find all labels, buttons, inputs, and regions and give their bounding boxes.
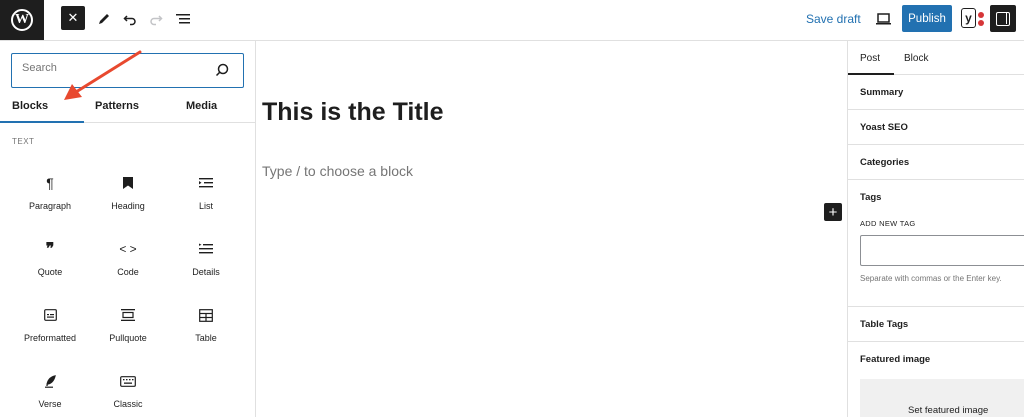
block-label: Code xyxy=(117,267,139,277)
block-label: Preformatted xyxy=(23,333,77,343)
inserter-tabs: Blocks Patterns Media xyxy=(0,94,256,123)
block-list[interactable]: List xyxy=(168,173,244,211)
table-icon xyxy=(168,305,244,325)
set-featured-image-label: Set featured image xyxy=(908,405,989,416)
redo-icon[interactable] xyxy=(144,7,168,31)
post-title[interactable]: This is the Title xyxy=(262,98,444,127)
editor-header: W ✕ Save draft Publish y xyxy=(0,0,1024,41)
close-icon[interactable]: ✕ xyxy=(61,6,85,30)
block-paragraph[interactable]: ¶ Paragraph xyxy=(12,173,88,211)
panel-title[interactable]: Tags xyxy=(860,192,881,203)
settings-sidebar: Post Block Summary Yoast SEO Categories … xyxy=(847,41,1024,417)
panel-title: Yoast SEO xyxy=(860,122,908,133)
block-search[interactable] xyxy=(11,53,244,88)
block-code[interactable]: < > Code xyxy=(90,239,166,277)
block-label: Classic xyxy=(113,399,143,409)
desktop-icon[interactable] xyxy=(871,7,895,31)
quote-icon: ❞ xyxy=(45,241,55,258)
heading-icon xyxy=(90,173,166,193)
tab-media[interactable]: Media xyxy=(186,100,217,112)
tag-input[interactable] xyxy=(860,235,1024,266)
details-icon xyxy=(168,239,244,259)
list-icon xyxy=(168,173,244,193)
search-input[interactable] xyxy=(22,62,202,74)
tab-post[interactable]: Post xyxy=(860,53,880,64)
block-details[interactable]: Details xyxy=(168,239,244,277)
save-draft-button[interactable]: Save draft xyxy=(806,12,861,26)
panel-title: Summary xyxy=(860,87,904,98)
undo-icon[interactable] xyxy=(118,7,142,31)
block-inserter-panel: Blocks Patterns Media TEXT ¶ Paragraph H… xyxy=(0,41,256,417)
publish-button[interactable]: Publish xyxy=(902,5,952,32)
block-preformatted[interactable]: Preformatted xyxy=(12,305,88,343)
active-tab-indicator xyxy=(0,121,84,123)
panel-title: Categories xyxy=(860,157,910,168)
block-label: List xyxy=(198,201,213,211)
block-label: Pullquote xyxy=(109,333,147,343)
sidebar-toggle-icon[interactable] xyxy=(990,5,1016,32)
paragraph-icon: ¶ xyxy=(46,175,54,191)
panel-title[interactable]: Featured image xyxy=(860,354,930,365)
block-label: Table xyxy=(195,333,217,343)
block-classic[interactable]: Classic xyxy=(90,371,166,409)
block-verse[interactable]: Verse xyxy=(12,371,88,409)
panel-categories[interactable]: Categories xyxy=(848,145,1024,180)
panel-title: Table Tags xyxy=(860,319,909,330)
set-featured-image-button[interactable]: Set featured image xyxy=(860,379,1024,417)
pencil-icon[interactable] xyxy=(92,7,116,31)
preformatted-icon xyxy=(12,305,88,325)
tab-blocks[interactable]: Blocks xyxy=(12,100,48,112)
plus-icon[interactable]: + xyxy=(824,203,842,221)
panel-table-tags[interactable]: Table Tags xyxy=(848,307,1024,342)
editor-canvas: This is the Title Type / to choose a blo… xyxy=(257,41,847,417)
sidebar-tabs: Post Block xyxy=(848,41,1024,75)
panel-yoast-seo[interactable]: Yoast SEO xyxy=(848,110,1024,145)
verse-icon xyxy=(12,371,88,391)
add-new-tag-label: ADD NEW TAG xyxy=(860,219,916,228)
section-label: TEXT xyxy=(12,137,35,146)
list-view-icon[interactable] xyxy=(171,7,195,31)
tag-help-text: Separate with commas or the Enter key. xyxy=(860,274,1002,283)
block-label: Paragraph xyxy=(28,201,72,211)
block-label: Verse xyxy=(38,399,62,409)
block-heading[interactable]: Heading xyxy=(90,173,166,211)
block-quote[interactable]: ❞ Quote xyxy=(12,239,88,277)
pullquote-icon xyxy=(90,305,166,325)
block-label: Quote xyxy=(37,267,63,277)
block-pullquote[interactable]: Pullquote xyxy=(90,305,166,343)
keyboard-icon xyxy=(90,371,166,391)
block-label: Heading xyxy=(111,201,145,211)
yoast-icon[interactable]: y xyxy=(961,8,985,30)
block-placeholder[interactable]: Type / to choose a block xyxy=(262,163,413,179)
block-label: Details xyxy=(192,267,220,277)
search-icon xyxy=(215,63,229,77)
tab-block[interactable]: Block xyxy=(904,53,928,64)
code-icon: < > xyxy=(119,242,137,256)
block-table[interactable]: Table xyxy=(168,305,244,343)
panel-summary[interactable]: Summary xyxy=(848,75,1024,110)
wordpress-logo-icon[interactable]: W xyxy=(0,0,44,40)
tab-patterns[interactable]: Patterns xyxy=(95,100,139,112)
